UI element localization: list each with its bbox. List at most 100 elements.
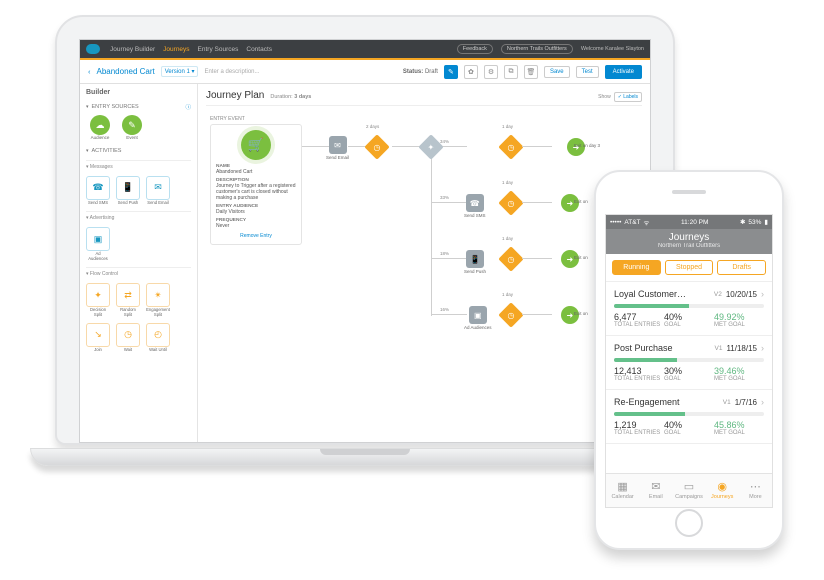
node-wait-b2[interactable]: ◷ xyxy=(502,194,520,212)
tool-random-split[interactable]: ⇄ xyxy=(116,283,140,307)
tool-send-push[interactable]: 📱 xyxy=(116,176,140,200)
phone-nav-campaigns[interactable]: ▭Campaigns xyxy=(672,474,705,507)
tool-ad-audiences[interactable]: ▣ xyxy=(86,227,110,251)
top-nav: Journey Builder Journeys Entry Sources C… xyxy=(80,40,650,58)
entry-event-card[interactable]: 🛒 NAMEAbandoned Cart DESCRIPTIONJourney … xyxy=(210,124,302,245)
activate-button[interactable]: Activate xyxy=(605,65,642,79)
builder-heading: Builder xyxy=(86,89,191,96)
tool-wait-until[interactable]: ◴ xyxy=(146,323,170,347)
wait-icon: ◷ xyxy=(364,134,389,159)
phone-status-bar: •••••AT&Tᯤ 11:20 PM ✱53%▮ xyxy=(606,215,772,229)
edit-icon[interactable]: ✎ xyxy=(444,65,458,79)
page-header: ‹ Abandoned Cart Version 1 ▾ Enter a des… xyxy=(80,60,650,84)
delete-icon[interactable]: 🗑 xyxy=(524,65,538,79)
plan-title: Journey Plan xyxy=(206,90,264,101)
tab-stopped[interactable]: Stopped xyxy=(665,260,714,275)
gear-icon[interactable]: ⚙ xyxy=(484,65,498,79)
tool-join[interactable]: ↘ xyxy=(86,323,110,347)
tool-wait[interactable]: ◷ xyxy=(116,323,140,347)
remove-entry-link[interactable]: Remove Entry xyxy=(216,233,296,239)
entry-event[interactable]: ✎Event xyxy=(118,115,146,141)
nav-tab-journeys[interactable]: Journeys xyxy=(163,46,189,53)
tab-drafts[interactable]: Drafts xyxy=(717,260,766,275)
progress-bar xyxy=(614,358,764,362)
nav-tab-entry-sources[interactable]: Entry Sources xyxy=(198,46,239,53)
chevron-right-icon: › xyxy=(761,343,764,353)
node-send-push[interactable]: 📱Send Push xyxy=(464,250,486,274)
chevron-right-icon: › xyxy=(761,397,764,407)
entry-audience[interactable]: ☁Audience xyxy=(86,115,114,141)
group-flow-control[interactable]: ▾ Flow Control xyxy=(86,267,191,277)
phone-tab-bar: ▦Calendar✉Email▭Campaigns◉Journeys⋯More xyxy=(606,473,772,507)
journey-name: Loyal Customer… xyxy=(614,289,710,299)
description-input[interactable]: Enter a description... xyxy=(204,69,259,75)
tool-engagement-split[interactable]: ✴ xyxy=(146,283,170,307)
org-selector[interactable]: Northern Trails Outfitters xyxy=(501,44,573,54)
copy-icon[interactable]: ⧉ xyxy=(504,65,518,79)
wait-icon: ◷ xyxy=(498,246,523,271)
status-label: Status: Draft xyxy=(403,69,438,75)
journey-title[interactable]: Abandoned Cart xyxy=(97,67,155,76)
duration: Duration: 3 days xyxy=(270,94,311,100)
phone-title: Journeys xyxy=(606,232,772,243)
chevron-right-icon: › xyxy=(761,289,764,299)
welcome-text: Welcome Karalee Slayton xyxy=(581,46,644,52)
ad-icon: ▣ xyxy=(469,306,487,324)
tool-send-sms[interactable]: ☎ xyxy=(86,176,110,200)
node-exit-1[interactable]: ➜Exit on day 3 xyxy=(552,138,600,148)
wait-icon: ◷ xyxy=(498,190,523,215)
journey-name: Re-Engagement xyxy=(614,397,719,407)
nav-tab-contacts[interactable]: Contacts xyxy=(246,46,272,53)
version-selector[interactable]: Version 1 ▾ xyxy=(161,66,199,77)
feedback-button[interactable]: Feedback xyxy=(457,44,493,54)
node-wait-b3[interactable]: ◷ xyxy=(502,250,520,268)
split-pct-16: 16% xyxy=(440,307,449,312)
node-wait-1[interactable]: ◷ xyxy=(368,138,386,156)
phone-subtitle: Northern Trail Outfitters xyxy=(606,243,772,249)
split-pct-34: 34% xyxy=(440,139,449,144)
save-button[interactable]: Save xyxy=(544,66,570,78)
section-activities[interactable]: ACTIVITIES xyxy=(86,148,191,154)
node-send-email[interactable]: ✉Send Email xyxy=(326,136,349,160)
segment-control: Running Stopped Drafts xyxy=(606,254,772,282)
push-icon: 📱 xyxy=(466,250,484,268)
tool-send-email[interactable]: ✉ xyxy=(146,176,170,200)
tab-running[interactable]: Running xyxy=(612,260,661,275)
node-exit-3[interactable]: ➜Exit on xyxy=(552,250,588,260)
test-button[interactable]: Test xyxy=(576,66,599,78)
settings-icon[interactable]: ✿ xyxy=(464,65,478,79)
journey-row[interactable]: Re-EngagementV11/7/16› 1,219TOTAL ENTRIE… xyxy=(606,390,772,444)
group-advertising[interactable]: ▾ Advertising xyxy=(86,211,191,221)
node-ad-audiences[interactable]: ▣Ad Audiences xyxy=(464,306,492,330)
node-wait-b1[interactable]: ◷ xyxy=(502,138,520,156)
wait-b3-label: 1 day xyxy=(502,236,513,241)
email-icon: ✉ xyxy=(329,136,347,154)
sms-icon: ☎ xyxy=(466,194,484,212)
group-messages[interactable]: ▾ Messages xyxy=(86,160,191,170)
phone-nav-calendar[interactable]: ▦Calendar xyxy=(606,474,639,507)
journey-row[interactable]: Loyal Customer…V210/20/15› 6,477TOTAL EN… xyxy=(606,282,772,336)
journey-row[interactable]: Post PurchaseV111/18/15› 12,413TOTAL ENT… xyxy=(606,336,772,390)
phone-header: Journeys Northern Trail Outfitters xyxy=(606,229,772,254)
back-icon[interactable]: ‹ xyxy=(88,67,91,76)
phone-nav-more[interactable]: ⋯More xyxy=(739,474,772,507)
node-wait-b4[interactable]: ◷ xyxy=(502,306,520,324)
phone-nav-email[interactable]: ✉Email xyxy=(639,474,672,507)
phone-nav-journeys[interactable]: ◉Journeys xyxy=(706,474,739,507)
node-send-sms[interactable]: ☎Send SMS xyxy=(464,194,486,218)
canvas-header: Journey Plan Duration: 3 days Show✓ Labe… xyxy=(206,90,642,106)
show-labels-toggle[interactable]: Show✓ Labels xyxy=(598,94,642,100)
journey-canvas[interactable]: Journey Plan Duration: 3 days Show✓ Labe… xyxy=(198,84,650,442)
event-icon: ✎ xyxy=(122,115,142,135)
section-entry-sources[interactable]: ENTRY SOURCESⓘ xyxy=(86,103,191,111)
node-exit-4[interactable]: ➜Exit on xyxy=(552,306,588,316)
phone-frame: •••••AT&Tᯤ 11:20 PM ✱53%▮ Journeys North… xyxy=(594,170,784,550)
entry-event-label: ENTRY EVENT xyxy=(210,116,245,122)
builder-panel: Builder ENTRY SOURCESⓘ ☁Audience ✎Event … xyxy=(80,84,198,442)
node-exit-2[interactable]: ➜Exit on xyxy=(552,194,588,204)
tool-decision-split[interactable]: ✦ xyxy=(86,283,110,307)
wait-icon: ◷ xyxy=(498,302,523,327)
node-split[interactable]: ✦ xyxy=(422,138,440,156)
progress-bar xyxy=(614,412,764,416)
journey-name: Post Purchase xyxy=(614,343,711,353)
